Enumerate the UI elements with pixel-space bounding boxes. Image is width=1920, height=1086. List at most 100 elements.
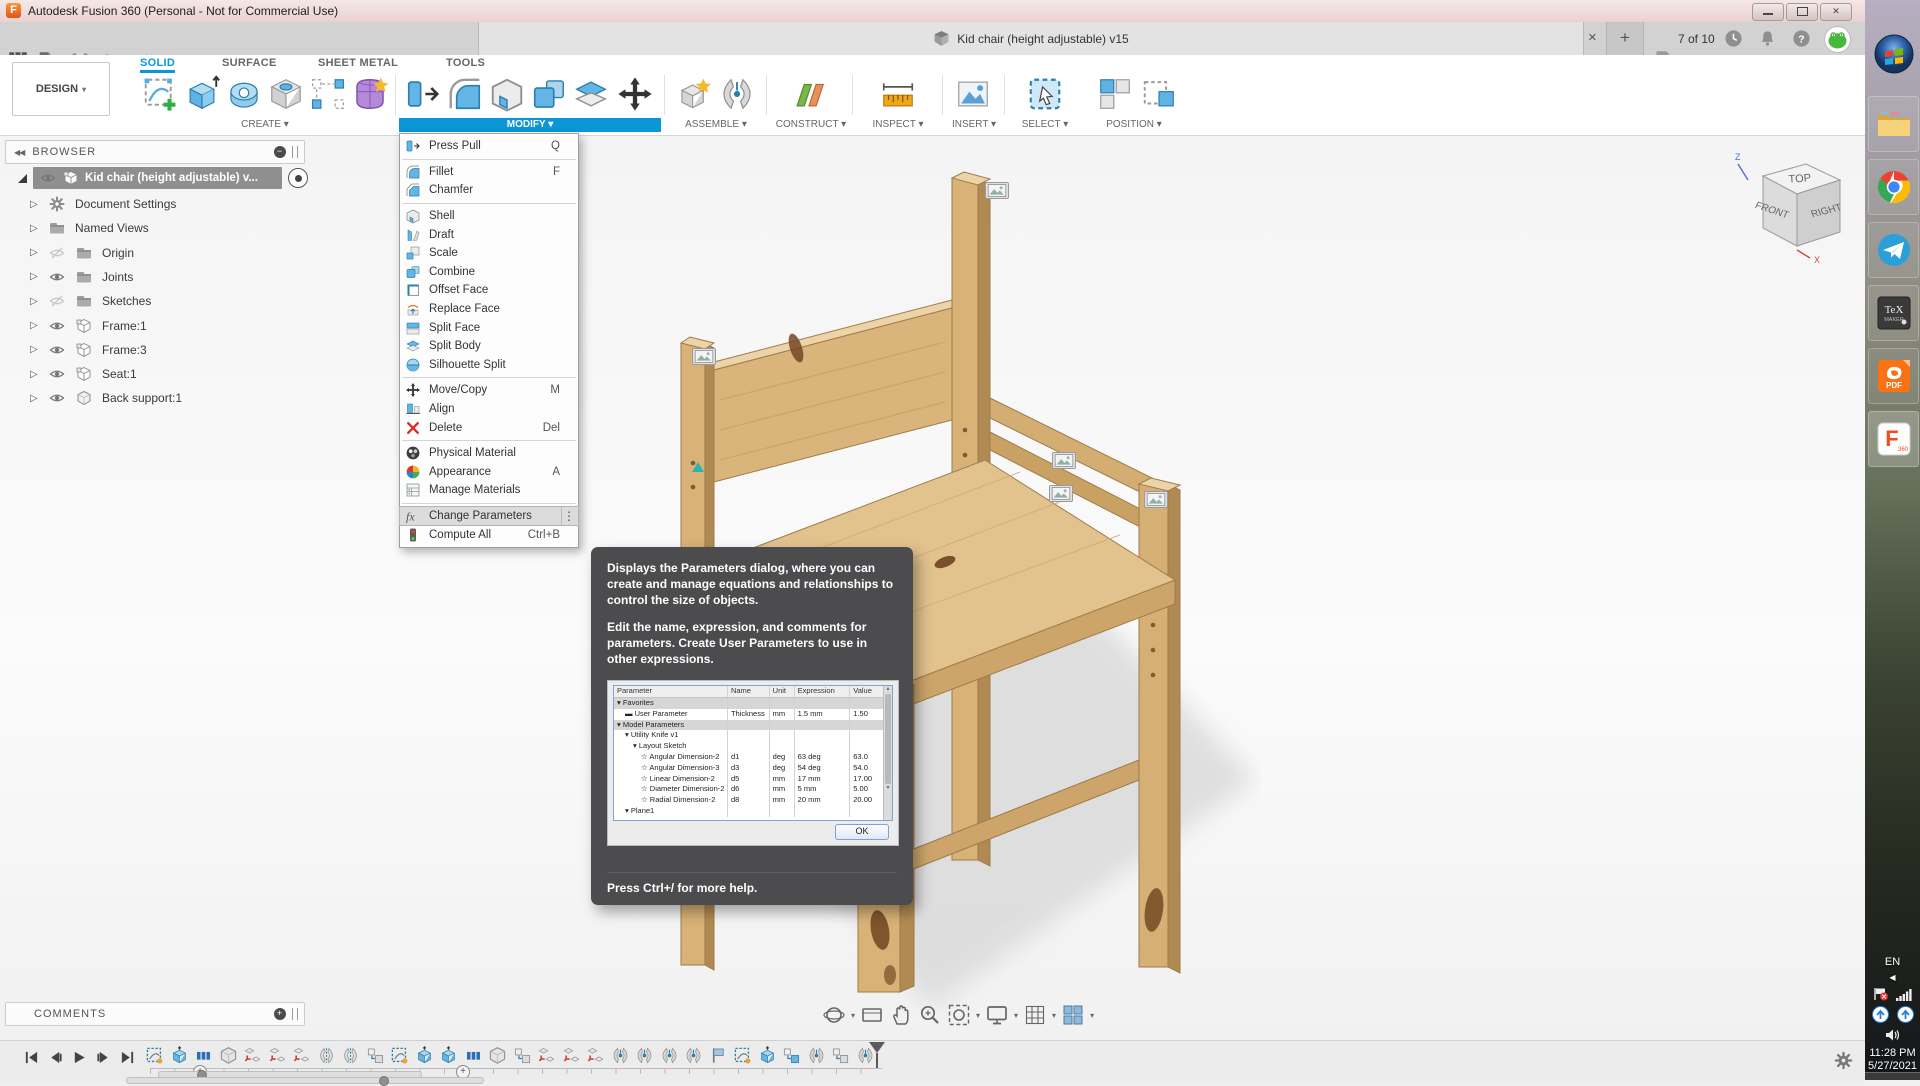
insert-image-icon[interactable] <box>954 75 992 113</box>
select-icon[interactable] <box>1026 75 1064 113</box>
joint-marker[interactable] <box>1144 491 1168 508</box>
measure-icon[interactable] <box>879 75 917 113</box>
new-tab-button[interactable]: + <box>1606 22 1644 55</box>
browser-item-back-support-1[interactable]: ▷Back support:1 <box>30 386 310 410</box>
eye-icon[interactable] <box>48 366 70 382</box>
hole-icon[interactable] <box>267 75 305 113</box>
show-desktop-button[interactable] <box>1865 1072 1920 1080</box>
help-icon[interactable] <box>1792 29 1811 48</box>
timeline-feature-extrude[interactable] <box>439 1046 458 1065</box>
position-revert-icon[interactable] <box>1140 75 1178 113</box>
dialog-scrollbar[interactable]: ▲▼ <box>883 686 892 820</box>
timeline-feature-joint[interactable] <box>807 1046 826 1065</box>
menu-item-draft[interactable]: Draft <box>400 225 578 244</box>
comments-header[interactable]: COMMENTS + <box>5 1002 305 1026</box>
browser-item-sketches[interactable]: ▷Sketches <box>30 289 310 313</box>
comments-collapse-dot[interactable]: + <box>274 1008 286 1020</box>
expander-icon[interactable]: ▷ <box>30 247 42 258</box>
browser-item-seat-1[interactable]: ▷Seat:1 <box>30 362 310 386</box>
browser-item-document-settings[interactable]: ▷Document Settings <box>30 192 310 216</box>
eye-hidden-icon[interactable] <box>48 293 70 309</box>
timeline-feature-move[interactable] <box>292 1046 311 1065</box>
maximize-button[interactable] <box>1786 3 1818 21</box>
taskbar-foxit-pdf[interactable]: PDF <box>1868 348 1919 404</box>
taskbar-fusion-360[interactable]: F360 <box>1868 411 1919 467</box>
extrude-icon[interactable] <box>183 75 221 113</box>
step-forward-button[interactable] <box>96 1050 111 1065</box>
eye-icon[interactable] <box>48 269 70 285</box>
menu-item-fillet[interactable]: FilletF <box>400 163 578 182</box>
shell-icon[interactable] <box>488 75 526 113</box>
orbit-caret[interactable]: ▾ <box>851 1011 855 1020</box>
eye-icon[interactable] <box>48 318 70 334</box>
joint-marker[interactable] <box>1052 452 1076 469</box>
viewports-caret[interactable]: ▾ <box>1090 1011 1094 1020</box>
menu-item-move-copy[interactable]: Move/CopyM <box>400 381 578 400</box>
new-component-icon[interactable] <box>676 75 714 113</box>
menu-item-align[interactable]: Align <box>400 400 578 419</box>
create-form-icon[interactable] <box>351 75 389 113</box>
collapse-arrows-icon[interactable]: ◀◀ <box>14 148 24 157</box>
menu-item-shell[interactable]: Shell <box>400 207 578 226</box>
timeline-position-marker[interactable] <box>869 1042 885 1068</box>
volume-icon[interactable] <box>1885 1028 1901 1042</box>
timeline-feature-sketch[interactable] <box>390 1046 409 1065</box>
tray-expand-arrow[interactable]: ◀ <box>1889 973 1895 982</box>
browser-item-frame-1[interactable]: ▷Frame:1 <box>30 314 310 338</box>
timeline-feature-body[interactable] <box>219 1046 238 1065</box>
timeline-settings-gear-icon[interactable] <box>1834 1051 1853 1070</box>
combine-icon[interactable] <box>530 75 568 113</box>
move-icon[interactable] <box>616 75 654 113</box>
browser-item-joints[interactable]: ▷Joints <box>30 265 310 289</box>
pattern-icon[interactable] <box>309 75 347 113</box>
tab-tools[interactable]: TOOLS <box>446 57 485 69</box>
browser-item-origin[interactable]: ▷Origin <box>30 241 310 265</box>
close-button[interactable]: ✕ <box>1820 3 1852 21</box>
taskbar-texmaker[interactable]: TeXMAKER <box>1868 285 1919 341</box>
menu-item-delete[interactable]: DeleteDel <box>400 418 578 437</box>
language-indicator[interactable]: EN <box>1885 956 1900 968</box>
menu-item-manage-materials[interactable]: Manage Materials <box>400 481 578 500</box>
menu-item-compute-all[interactable]: Compute AllCtrl+B <box>400 525 578 544</box>
expander-icon[interactable]: ▷ <box>30 296 42 307</box>
browser-root-row[interactable]: Kid chair (height adjustable) v... <box>18 166 308 190</box>
tab-sheet-metal[interactable]: SHEET METAL <box>318 57 398 69</box>
comments-drag-grip[interactable] <box>292 1008 298 1020</box>
zoom-icon[interactable] <box>918 1003 942 1027</box>
press-pull-icon[interactable] <box>404 75 442 113</box>
timeline-feature-extrude[interactable] <box>170 1046 189 1065</box>
clock-date[interactable]: 5/27/2021 <box>1868 1060 1917 1072</box>
timeline-feature-move[interactable] <box>268 1046 287 1065</box>
menu-item-silhouette-split[interactable]: Silhouette Split <box>400 356 578 375</box>
clock-time[interactable]: 11:28 PM <box>1869 1047 1915 1059</box>
viewcube[interactable]: TOP FRONT RIGHT Z X <box>1728 146 1858 266</box>
clock-icon[interactable] <box>1724 29 1743 48</box>
display-settings-icon[interactable] <box>985 1003 1009 1027</box>
viewcube-top-label[interactable]: TOP <box>1788 172 1811 186</box>
browser-drag-grip[interactable] <box>292 146 298 158</box>
taskbar-chrome[interactable] <box>1868 159 1919 215</box>
timeline-feature-sketch[interactable] <box>145 1046 164 1065</box>
revolve-icon[interactable] <box>225 75 263 113</box>
timeline-feature-mirror[interactable] <box>317 1046 336 1065</box>
menu-item-replace-face[interactable]: Replace Face <box>400 300 578 319</box>
expander-icon[interactable]: ▷ <box>30 369 42 380</box>
overflow-dots-icon[interactable]: ⋮ <box>561 507 576 526</box>
grid-icon[interactable] <box>1023 1003 1047 1027</box>
timeline-feature-extrude[interactable] <box>758 1046 777 1065</box>
expander-icon[interactable]: ▷ <box>30 344 42 355</box>
eye-icon[interactable] <box>39 170 57 186</box>
fit-caret[interactable]: ▾ <box>976 1011 980 1020</box>
expander-icon[interactable]: ▷ <box>30 271 42 282</box>
go-to-end-button[interactable] <box>120 1050 135 1065</box>
taskbar-file-explorer[interactable] <box>1868 96 1919 152</box>
timeline-feature-move[interactable] <box>537 1046 556 1065</box>
notification-bell-icon[interactable] <box>1758 29 1777 48</box>
timeline-feature-joint[interactable] <box>684 1046 703 1065</box>
timeline-feature-mirror[interactable] <box>341 1046 360 1065</box>
signal-strength-icon[interactable] <box>1896 988 1912 1001</box>
timeline-feature-copy[interactable] <box>513 1046 532 1065</box>
split-body-icon[interactable] <box>572 75 610 113</box>
eye-hidden-icon[interactable] <box>48 245 70 261</box>
go-to-start-button[interactable] <box>24 1050 39 1065</box>
